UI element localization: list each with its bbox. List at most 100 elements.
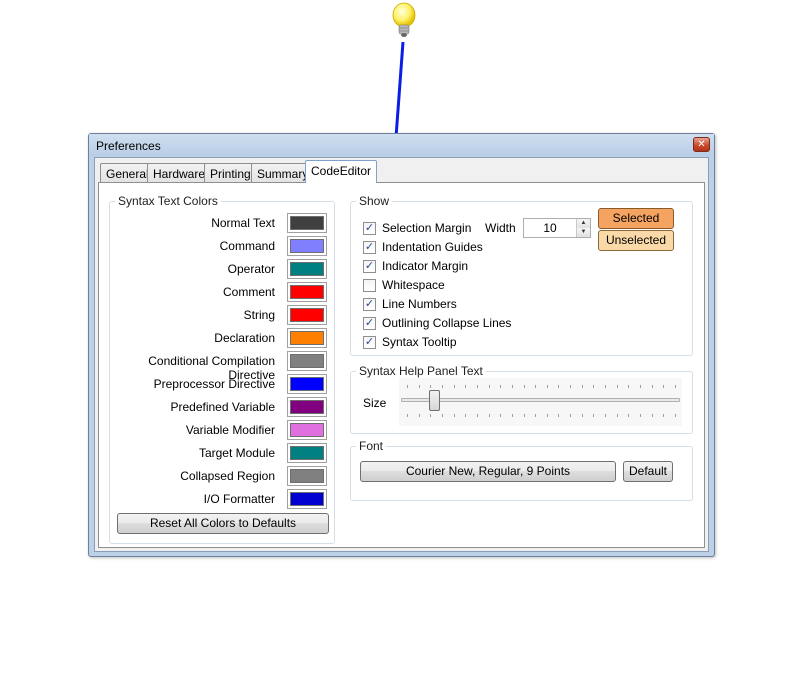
tab-hardware[interactable]: Hardware [147,163,212,182]
checkbox-label[interactable]: Whitespace [382,278,445,292]
slider-tick [465,385,467,388]
slider-tick [500,385,502,388]
slider-tick [453,414,455,417]
slider-tick [605,385,607,388]
slider-tick [523,414,525,417]
font-select-button-label: Courier New, Regular, 9 Points [405,464,571,478]
lightbulb-icon [392,2,416,37]
slider-tick [628,414,630,417]
swatch-fill [290,331,324,345]
swatch-fill [290,400,324,414]
checkbox-label[interactable]: Syntax Tooltip [382,335,457,349]
checkbox-outlining-collapse-lines[interactable]: ✓ [363,317,376,330]
tab-label: CodeEditor [311,164,372,178]
spin-up-icon[interactable]: ▲ [576,219,590,228]
syntax-color-swatch[interactable] [287,282,327,302]
slider-thumb[interactable] [428,390,440,411]
checkbox-selection-margin[interactable]: ✓ [363,222,376,235]
slider-tick [465,414,467,417]
font-select-button[interactable]: Courier New, Regular, 9 Points [360,461,616,482]
selected-color-button[interactable]: Selected [598,208,674,229]
syntax-color-swatch[interactable] [287,351,327,371]
syntax-color-swatch[interactable] [287,259,327,279]
slider-tick [640,385,642,388]
swatch-fill [290,216,324,230]
tab-label: Hardware [153,167,206,181]
tab-label: General [106,167,149,181]
slider-tick [430,385,432,388]
slider-tick [675,414,676,417]
swatch-fill [290,262,324,276]
slider-tick [593,414,595,417]
slider-tick [476,414,478,417]
slider-tick [558,385,560,388]
syntax-color-swatch[interactable] [287,443,327,463]
slider-tick [546,414,548,417]
slider-tick [570,385,572,388]
syntax-color-swatch[interactable] [287,305,327,325]
checkbox-label[interactable]: Indentation Guides [382,240,483,254]
slider-tick [663,414,665,417]
reset-colors-button-label: Reset All Colors to Defaults [149,516,297,530]
checkbox-whitespace[interactable] [363,279,376,292]
slider-tick [488,414,490,417]
title-bar[interactable]: Preferences ✕ [89,134,714,156]
size-slider[interactable] [399,378,682,426]
slider-tick [616,385,618,388]
syntax-color-swatch[interactable] [287,466,327,486]
slider-tick [418,414,420,417]
close-button[interactable]: ✕ [693,137,710,152]
width-spinner[interactable]: ▲ ▼ [523,218,591,238]
tab-printing[interactable]: Printing [204,163,257,182]
syntax-color-label: String [243,308,275,322]
checkbox-label[interactable]: Line Numbers [382,297,457,311]
swatch-fill [290,492,324,506]
syntax-color-label: Normal Text [211,216,275,230]
syntax-color-label: Target Module [198,446,275,460]
swatch-fill [290,446,324,460]
width-input[interactable] [526,220,574,236]
slider-tick [628,385,630,388]
syntax-color-swatch[interactable] [287,397,327,417]
syntax-color-label: Predefined Variable [170,400,275,414]
syntax-color-swatch[interactable] [287,236,327,256]
syntax-color-label: Operator [227,262,275,276]
swatch-fill [290,285,324,299]
font-group-label: Font [356,439,387,453]
slider-tick [430,414,432,417]
reset-colors-button[interactable]: Reset All Colors to Defaults [117,513,329,534]
syntax-color-swatch[interactable] [287,374,327,394]
checkbox-label[interactable]: Indicator Margin [382,259,468,273]
slider-tick [581,385,583,388]
font-default-button-label: Default [628,464,668,478]
checkbox-indentation-guides[interactable]: ✓ [363,241,376,254]
swatch-fill [290,308,324,322]
slider-tick [605,414,607,417]
checkmark-icon: ✓ [364,298,375,310]
slider-tick [558,414,560,417]
syntax-color-swatch[interactable] [287,489,327,509]
slider-tick [418,385,420,388]
preferences-window: Preferences ✕ General Hardware Printing … [88,133,715,557]
syntax-color-swatch[interactable] [287,213,327,233]
slider-tick [523,385,525,388]
tab-codeeditor[interactable]: CodeEditor [305,160,378,183]
unselected-color-button[interactable]: Unselected [598,230,674,251]
syntax-color-label: Collapsed Region [180,469,275,483]
spin-down-icon[interactable]: ▼ [576,228,590,237]
syntax-color-swatch[interactable] [287,328,327,348]
swatch-fill [290,239,324,253]
syntax-color-swatch[interactable] [287,420,327,440]
slider-tick [476,385,478,388]
syntax-color-label: I/O Formatter [203,492,275,506]
close-icon: ✕ [697,139,706,150]
window-client-area: General Hardware Printing Summary CodeEd… [94,157,709,552]
checkbox-label[interactable]: Outlining Collapse Lines [382,316,511,330]
checkbox-label[interactable]: Selection Margin [382,221,471,235]
checkbox-syntax-tooltip[interactable]: ✓ [363,336,376,349]
size-label: Size [363,396,387,410]
font-default-button[interactable]: Default [623,461,673,482]
swatch-fill [290,423,324,437]
checkbox-indicator-margin[interactable]: ✓ [363,260,376,273]
checkbox-line-numbers[interactable]: ✓ [363,298,376,311]
